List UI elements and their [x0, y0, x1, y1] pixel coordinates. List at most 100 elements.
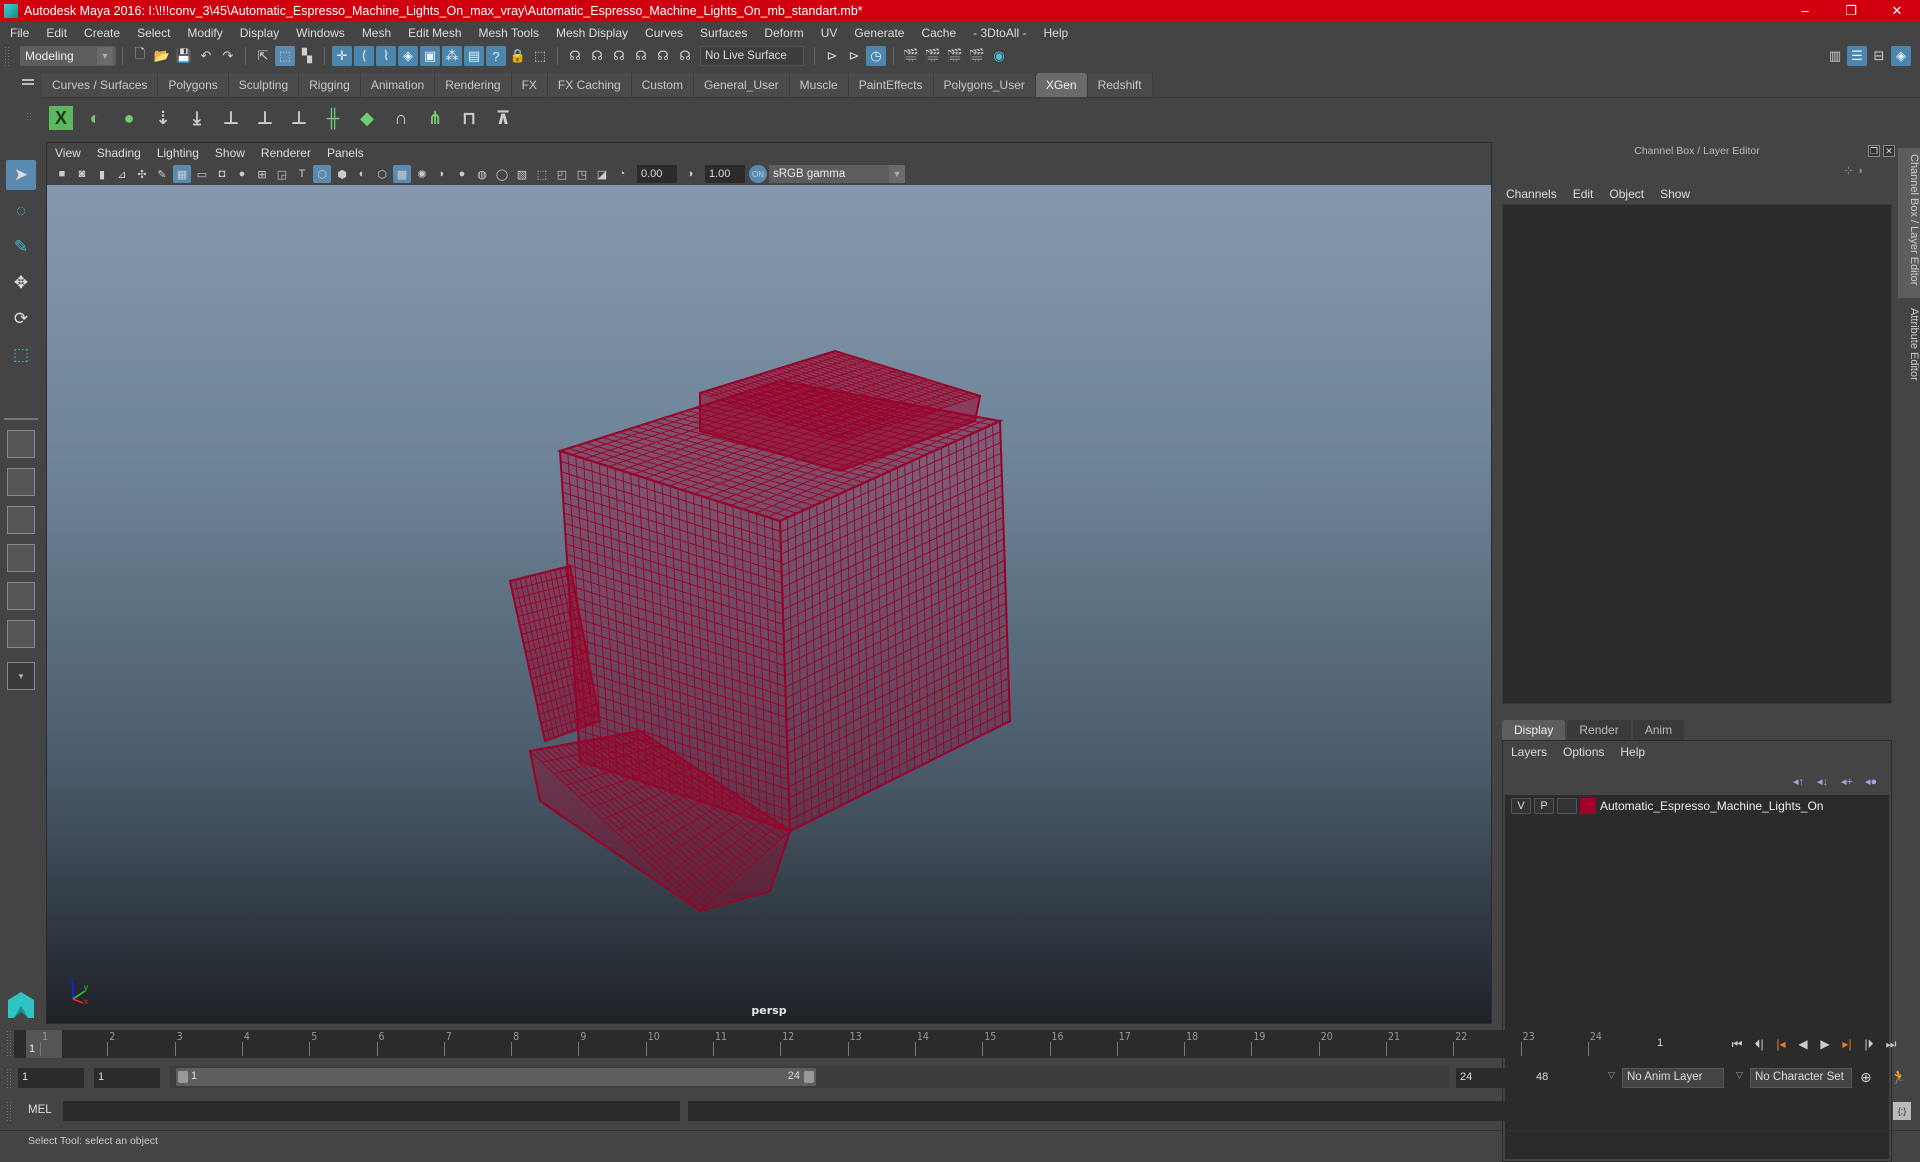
xgen-clear-icon[interactable]: ●	[115, 103, 143, 133]
layer-row[interactable]: V P Automatic_Espresso_Machine_Lights_On	[1505, 795, 1889, 817]
layer-color-swatch[interactable]	[1580, 798, 1596, 814]
shadows-icon[interactable]: ◗	[433, 165, 451, 183]
menu-deform[interactable]: Deform	[764, 26, 803, 40]
safe-title-icon[interactable]: T	[293, 165, 311, 183]
symmetry-icon-6[interactable]: ☊	[675, 46, 695, 66]
le-menu-layers[interactable]: Layers	[1511, 745, 1547, 759]
wireframe-on-shaded-icon[interactable]: ◐	[353, 165, 371, 183]
snap-grid-icon[interactable]: ✛	[332, 46, 352, 66]
delete-guides-icon[interactable]: ⊼	[489, 103, 517, 133]
shelf-tab-muscle[interactable]: Muscle	[789, 73, 849, 97]
tool-settings-toggle-icon[interactable]: ⊟	[1869, 46, 1889, 66]
grease-pencil-icon[interactable]: ✎	[153, 165, 171, 183]
layout-expand-icon[interactable]: ▾	[7, 662, 35, 690]
xray-icon[interactable]: ◰	[553, 165, 571, 183]
exposure-field[interactable]: 0.00	[637, 165, 677, 183]
anti-aliasing-icon[interactable]: ◯	[493, 165, 511, 183]
depth-of-field-icon[interactable]: ▧	[513, 165, 531, 183]
panel-menu-renderer[interactable]: Renderer	[261, 146, 311, 160]
play-forwards-icon[interactable]: ▶	[1814, 1034, 1836, 1054]
auto-key-icon[interactable]: ⊕	[1860, 1069, 1872, 1086]
cb-menu-show[interactable]: Show	[1660, 187, 1690, 201]
attribute-editor-toggle-icon[interactable]: ☰	[1847, 46, 1867, 66]
shelf-grip[interactable]	[26, 112, 32, 122]
shelf-tab-xgen[interactable]: XGen	[1035, 73, 1088, 97]
step-forward-key-icon[interactable]: |⏵	[1858, 1034, 1880, 1054]
shelf-tab-fx[interactable]: FX	[511, 73, 548, 97]
grid-toggle-icon[interactable]: ▦	[173, 165, 191, 183]
step-back-frame-icon[interactable]: |◂	[1770, 1034, 1792, 1054]
panel-menu-panels[interactable]: Panels	[327, 146, 364, 160]
film-gate-icon[interactable]: ▭	[193, 165, 211, 183]
panel-menu-shading[interactable]: Shading	[97, 146, 141, 160]
menu-mesh-tools[interactable]: Mesh Tools	[479, 26, 539, 40]
move-layer-up-icon[interactable]: ◂↑	[1793, 775, 1811, 789]
layer-playback-toggle[interactable]: P	[1534, 798, 1554, 814]
color-management-icon[interactable]: ON	[749, 165, 767, 183]
open-scene-icon[interactable]: 📂	[152, 46, 172, 66]
hypershade-icon[interactable]: ◉	[989, 46, 1009, 66]
scale-tool-icon[interactable]: ⬚	[6, 340, 36, 370]
maximize-button[interactable]: ❐	[1828, 0, 1874, 22]
menu-file[interactable]: File	[10, 26, 29, 40]
menu-mesh-display[interactable]: Mesh Display	[556, 26, 628, 40]
ambient-occlusion-icon[interactable]: ●	[453, 165, 471, 183]
command-input[interactable]	[63, 1101, 680, 1121]
move-layer-down-icon[interactable]: ◂↓	[1817, 775, 1835, 789]
close-button[interactable]: ✕	[1874, 0, 1920, 22]
range-slider-fill[interactable]: 1 24	[176, 1068, 816, 1086]
single-perspective-layout-icon[interactable]	[7, 430, 35, 458]
lock-guides-icon[interactable]: ⊥	[285, 103, 313, 133]
script-editor-icon[interactable]: {;}	[1893, 1102, 1911, 1120]
render-settings-icon[interactable]: 🎬	[967, 46, 987, 66]
cb-menu-channels[interactable]: Channels	[1506, 187, 1557, 201]
playback-end-field[interactable]: 24	[1456, 1068, 1522, 1088]
save-scene-icon[interactable]: 💾	[174, 46, 194, 66]
layer-tab-anim[interactable]: Anim	[1632, 720, 1685, 740]
snap-point-icon[interactable]: ⌇	[376, 46, 396, 66]
toolbar-grip[interactable]	[4, 46, 10, 66]
ground-guides-icon[interactable]: ◆	[353, 103, 381, 133]
go-to-start-icon[interactable]: ⏮	[1726, 1034, 1748, 1054]
panel-menu-view[interactable]: View	[55, 146, 81, 160]
animation-start-field[interactable]: 1	[18, 1068, 84, 1088]
select-object-icon[interactable]: ⬚	[275, 46, 295, 66]
shelf-tab-rendering[interactable]: Rendering	[435, 73, 512, 97]
bookmark-icon[interactable]: ▮	[93, 165, 111, 183]
layer-tab-render[interactable]: Render	[1567, 720, 1631, 740]
shelf-tab-animation[interactable]: Animation	[360, 73, 436, 97]
range-start-handle[interactable]	[178, 1071, 188, 1083]
cb-menu-edit[interactable]: Edit	[1573, 187, 1594, 201]
show-guides-icon[interactable]: ⊥	[251, 103, 279, 133]
history-icon[interactable]: ▤	[464, 46, 484, 66]
persp-outliner-layout-icon[interactable]	[7, 506, 35, 534]
persp-graph-outliner-layout-icon[interactable]	[7, 620, 35, 648]
playback-start-field[interactable]: 1	[94, 1068, 160, 1088]
animation-preferences-icon[interactable]: 🏃	[1890, 1069, 1907, 1086]
step-forward-frame-icon[interactable]: ▸|	[1836, 1034, 1858, 1054]
four-view-layout-icon[interactable]	[7, 468, 35, 496]
live-surface-field[interactable]: No Live Surface	[700, 46, 804, 66]
shelf-tab-painteffects[interactable]: PaintEffects	[848, 73, 934, 97]
use-all-lights-icon[interactable]: ✺	[413, 165, 431, 183]
add-guides-icon[interactable]: ⇣	[149, 103, 177, 133]
side-tab-channel-box[interactable]: Channel Box / Layer Editor	[1898, 148, 1920, 298]
lock-icon[interactable]: 🔒	[508, 46, 528, 66]
layer-tab-display[interactable]: Display	[1502, 720, 1566, 740]
select-hierarchy-icon[interactable]: ⇱	[253, 46, 273, 66]
rangebar-grip[interactable]	[6, 1068, 12, 1088]
snap-view-plane-icon[interactable]: ◈	[398, 46, 418, 66]
menu-curves[interactable]: Curves	[645, 26, 683, 40]
play-backwards-icon[interactable]: ◀	[1792, 1034, 1814, 1054]
layer-display-type-toggle[interactable]	[1557, 798, 1577, 814]
persp-graph-layout-icon[interactable]	[7, 544, 35, 572]
range-end-handle[interactable]	[804, 1071, 814, 1083]
render-view-icon[interactable]: 🎬	[901, 46, 921, 66]
menu-cache[interactable]: Cache	[921, 26, 956, 40]
convert-guides-icon[interactable]: ∩	[387, 103, 415, 133]
float-panel-icon[interactable]: ❐	[1868, 145, 1880, 157]
menu-generate[interactable]: Generate	[854, 26, 904, 40]
anim-layer-arrow-icon[interactable]: ▽	[1608, 1070, 1615, 1081]
shelf-tab-custom[interactable]: Custom	[631, 73, 694, 97]
menu-windows[interactable]: Windows	[296, 26, 345, 40]
